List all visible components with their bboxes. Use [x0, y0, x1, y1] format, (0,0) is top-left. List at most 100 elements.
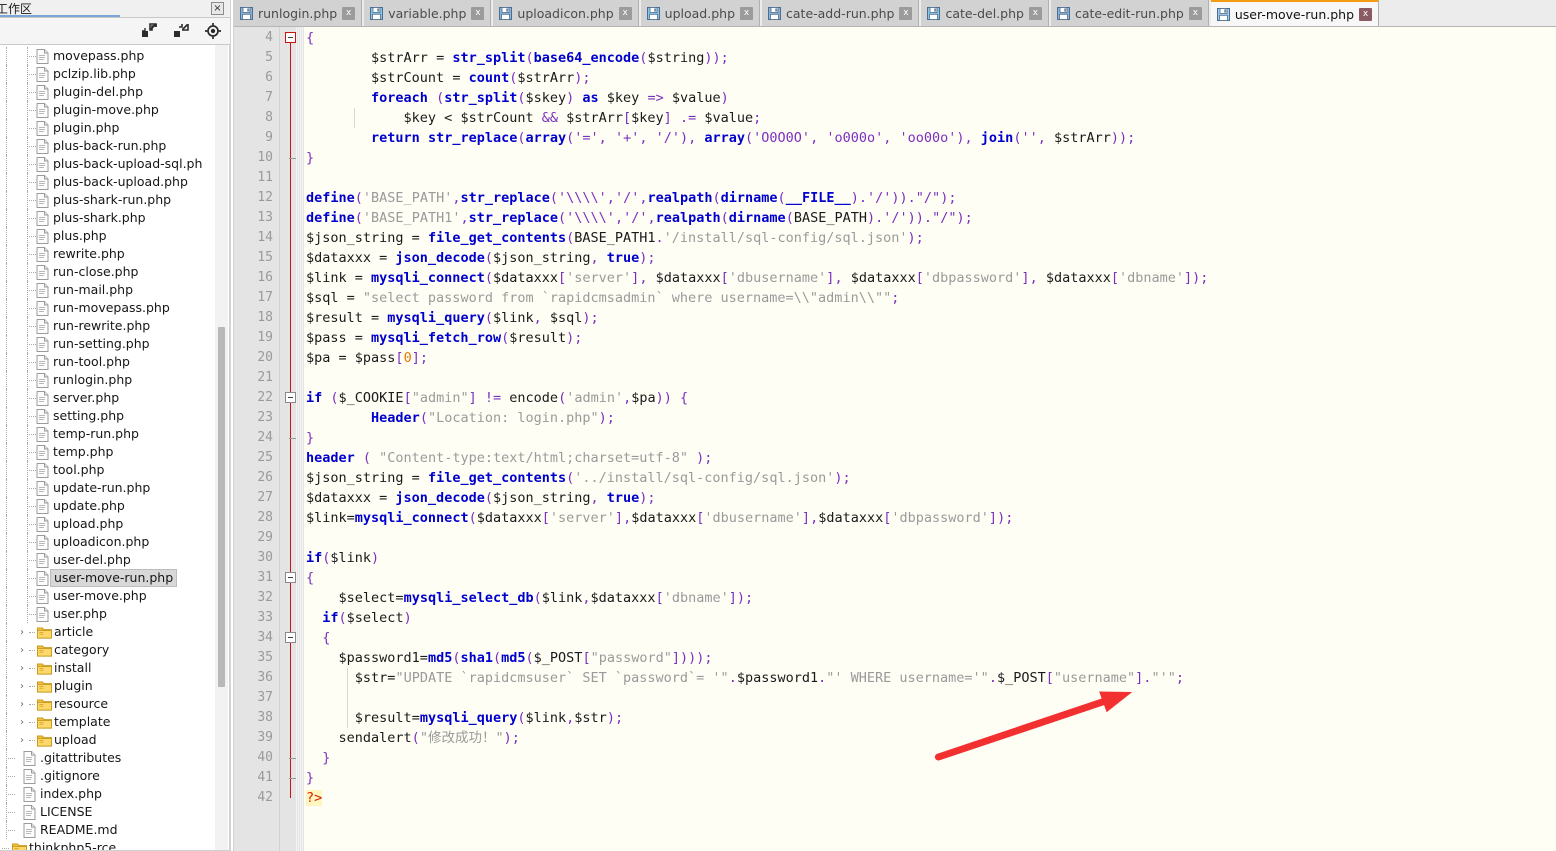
code-line[interactable]: $str="UPDATE `rapidcmsuser` SET `passwor…	[304, 668, 1556, 688]
tree-folder-item[interactable]: ›plugin	[0, 677, 229, 695]
code-line[interactable]: if($link)	[304, 548, 1556, 568]
editor-body[interactable]: 4567891011121314151617181920212223242526…	[234, 27, 1556, 851]
tree-folder-item[interactable]: ›category	[0, 641, 229, 659]
close-icon[interactable]: x	[471, 7, 484, 20]
editor-tab[interactable]: upload.phpx	[641, 0, 760, 26]
tree-file-item[interactable]: uploadicon.php	[0, 533, 229, 551]
tree-file-item[interactable]: run-setting.php	[0, 335, 229, 353]
code-line[interactable]: sendalert("修改成功！");	[304, 728, 1556, 748]
tree-file-item[interactable]: rewrite.php	[0, 245, 229, 263]
tree-file-item[interactable]: plus-back-run.php	[0, 137, 229, 155]
code-line[interactable]: $json_string = file_get_contents(BASE_PA…	[304, 228, 1556, 248]
tree-folder-item[interactable]: ›article	[0, 623, 229, 641]
code-line[interactable]: }	[304, 768, 1556, 788]
chevron-right-icon[interactable]: ›	[15, 659, 29, 677]
editor-tab[interactable]: cate-edit-run.phpx	[1051, 0, 1209, 26]
tree-file-item[interactable]: run-rewrite.php	[0, 317, 229, 335]
code-line[interactable]: $strArr = str_split(base64_encode($strin…	[304, 48, 1556, 68]
tree-file-item[interactable]: plus-back-upload-sql.ph	[0, 155, 229, 173]
code-line[interactable]	[304, 168, 1556, 188]
tree-file-item[interactable]: upload.php	[0, 515, 229, 533]
tree-file-item[interactable]: index.php	[0, 785, 229, 803]
code-line[interactable]: Header("Location: login.php");	[304, 408, 1556, 428]
code-line[interactable]: $dataxxx = json_decode($json_string, tru…	[304, 248, 1556, 268]
code-line[interactable]: {	[304, 568, 1556, 588]
tree-folder-item[interactable]: ›upload	[0, 731, 229, 749]
code-line[interactable]: $json_string = file_get_contents('../ins…	[304, 468, 1556, 488]
close-icon[interactable]: x	[1029, 7, 1042, 20]
tree-file-item[interactable]: user-del.php	[0, 551, 229, 569]
tree-file-item[interactable]: user-move-run.php	[0, 569, 229, 587]
code-line[interactable]: define('BASE_PATH',str_replace('\\\\','/…	[304, 188, 1556, 208]
tree-folder-item[interactable]: ›resource	[0, 695, 229, 713]
locate-file-icon[interactable]	[204, 22, 222, 40]
tree-file-item[interactable]: pclzip.lib.php	[0, 65, 229, 83]
code-line[interactable]: }	[304, 428, 1556, 448]
code-line[interactable]: $strCount = count($strArr);	[304, 68, 1556, 88]
code-line[interactable]: ?>	[304, 788, 1556, 808]
tree-file-item[interactable]: update.php	[0, 497, 229, 515]
close-icon[interactable]: x	[619, 7, 632, 20]
code-fold-column[interactable]	[280, 27, 304, 851]
code-line[interactable]: header ( "Content-type:text/html;charset…	[304, 448, 1556, 468]
code-content[interactable]: { $strArr = str_split(base64_encode($str…	[304, 27, 1556, 851]
close-icon[interactable]: x	[899, 7, 912, 20]
tree-file-item[interactable]: .gitattributes	[0, 749, 229, 767]
tree-file-item[interactable]: run-movepass.php	[0, 299, 229, 317]
chevron-right-icon[interactable]: ›	[15, 695, 29, 713]
tree-file-item[interactable]: movepass.php	[0, 47, 229, 65]
code-line[interactable]	[304, 688, 1556, 708]
close-icon[interactable]: ×	[211, 2, 224, 15]
code-line[interactable]: $sql = "select password from `rapidcmsad…	[304, 288, 1556, 308]
chevron-right-icon[interactable]: ›	[15, 641, 29, 659]
close-icon[interactable]: x	[1189, 7, 1202, 20]
fold-toggle[interactable]	[285, 572, 296, 583]
chevron-right-icon[interactable]: ›	[15, 677, 29, 695]
tree-file-item[interactable]: plus-shark-run.php	[0, 191, 229, 209]
fold-toggle[interactable]	[285, 32, 296, 43]
editor-tab[interactable]: cate-del.phpx	[921, 0, 1049, 26]
tree-file-item[interactable]: temp.php	[0, 443, 229, 461]
collapse-all-icon[interactable]	[172, 22, 190, 40]
editor-tab[interactable]: runlogin.phpx	[234, 0, 362, 26]
tree-file-item[interactable]: run-tool.php	[0, 353, 229, 371]
editor-tab[interactable]: uploadicon.phpx	[493, 0, 638, 26]
code-line[interactable]: $pa = $pass[0];	[304, 348, 1556, 368]
code-line[interactable]: if($select)	[304, 608, 1556, 628]
tree-file-item[interactable]: plugin-move.php	[0, 101, 229, 119]
tree-file-item[interactable]: temp-run.php	[0, 425, 229, 443]
expand-all-icon[interactable]	[140, 22, 158, 40]
tree-file-item[interactable]: README.md	[0, 821, 229, 839]
code-line[interactable]: {	[304, 628, 1556, 648]
tree-file-item[interactable]: plus-back-upload.php	[0, 173, 229, 191]
chevron-right-icon[interactable]: ›	[15, 623, 29, 641]
fold-toggle[interactable]	[285, 392, 296, 403]
tree-file-item[interactable]: server.php	[0, 389, 229, 407]
tree-file-item[interactable]: user-move.php	[0, 587, 229, 605]
code-line[interactable]	[304, 368, 1556, 388]
tree-file-item[interactable]: plus-shark.php	[0, 209, 229, 227]
tree-file-item[interactable]: .gitignore	[0, 767, 229, 785]
code-line[interactable]: $key < $strCount && $strArr[$key] .= $va…	[304, 108, 1556, 128]
code-line[interactable]	[304, 528, 1556, 548]
chevron-right-icon[interactable]: ›	[15, 713, 29, 731]
code-line[interactable]: }	[304, 748, 1556, 768]
tree-file-item[interactable]: setting.php	[0, 407, 229, 425]
editor-tab[interactable]: user-move-run.phpx	[1211, 0, 1379, 26]
chevron-right-icon[interactable]: ›	[15, 731, 29, 749]
tree-file-item[interactable]: plus.php	[0, 227, 229, 245]
code-line[interactable]: define('BASE_PATH1',str_replace('\\\\','…	[304, 208, 1556, 228]
code-line[interactable]: {	[304, 28, 1556, 48]
code-line[interactable]: if ($_COOKIE["admin"] != encode('admin',…	[304, 388, 1556, 408]
code-line[interactable]: $dataxxx = json_decode($json_string, tru…	[304, 488, 1556, 508]
code-line[interactable]: $password1=md5(sha1(md5($_POST["password…	[304, 648, 1556, 668]
code-line[interactable]: $select=mysqli_select_db($link,$dataxxx[…	[304, 588, 1556, 608]
code-line[interactable]: foreach (str_split($skey) as $key => $va…	[304, 88, 1556, 108]
tree-file-item[interactable]: run-close.php	[0, 263, 229, 281]
editor-tab[interactable]: variable.phpx	[364, 0, 491, 26]
code-line[interactable]: $link=mysqli_connect($dataxxx['server'],…	[304, 508, 1556, 528]
fold-toggle[interactable]	[285, 632, 296, 643]
code-line[interactable]: return str_replace(array('=', '+', '/'),…	[304, 128, 1556, 148]
tree-file-item[interactable]: run-mail.php	[0, 281, 229, 299]
tree-file-item[interactable]: user.php	[0, 605, 229, 623]
